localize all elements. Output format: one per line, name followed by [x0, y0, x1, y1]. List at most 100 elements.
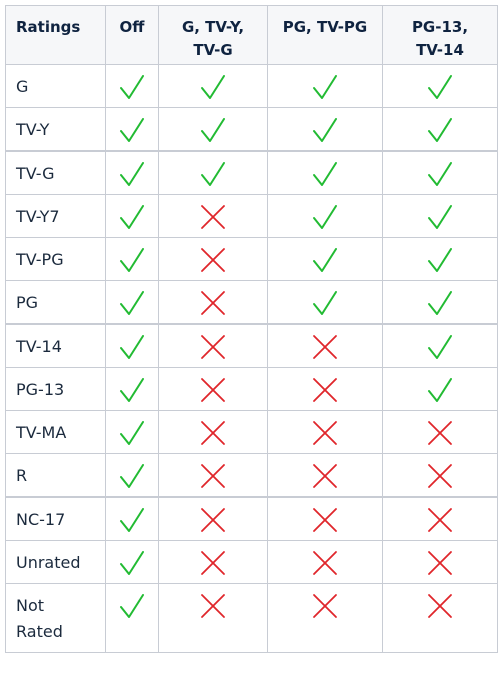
checkmark-icon: [426, 333, 454, 361]
cross-icon: [426, 462, 454, 490]
checkmark-icon: [426, 116, 454, 144]
cell-pg-tvpg: [267, 583, 383, 653]
cell-pg-tvpg: [267, 453, 383, 498]
cell-off: [105, 150, 159, 195]
cross-icon: [426, 549, 454, 577]
table-header: Ratings Off G, TV-Y, TV-G PG, TV-PG PG-13, TV-…: [5, 5, 498, 65]
cell-off: [105, 280, 159, 325]
header-ratings: Ratings: [5, 5, 106, 65]
cell-g-tvy-tvg: [158, 496, 268, 541]
cross-icon: [199, 419, 227, 447]
header-row: Ratings Off G, TV-Y, TV-G PG, TV-PG PG-13, TV-…: [5, 5, 498, 65]
table-row: G: [5, 64, 498, 108]
cell-pg13-tv14: [382, 453, 498, 498]
cell-pg13-tv14: [382, 367, 498, 411]
rating-label: PG-13: [5, 367, 106, 411]
rating-text: NC-17: [16, 510, 66, 529]
cell-pg13-tv14: [382, 107, 498, 152]
checkmark-icon: [426, 73, 454, 101]
rating-text: TV-14: [16, 337, 62, 356]
rating-text: TV-Y: [16, 120, 50, 139]
ratings-table: Ratings Off G, TV-Y, TV-G PG, TV-PG PG-13, TV-…: [5, 5, 498, 653]
cell-g-tvy-tvg: [158, 280, 268, 325]
cross-icon: [311, 333, 339, 361]
table-row: TV-Y7: [5, 194, 498, 238]
header-g-tvy-tvg: G, TV-Y, TV-G: [158, 5, 268, 65]
checkmark-icon: [118, 506, 146, 534]
cell-pg-tvpg: [267, 367, 383, 411]
cell-pg13-tv14: [382, 64, 498, 108]
rating-label: Unrated: [5, 540, 106, 584]
cell-pg13-tv14: [382, 540, 498, 584]
cell-g-tvy-tvg: [158, 64, 268, 108]
checkmark-icon: [426, 160, 454, 188]
cell-pg13-tv14: [382, 194, 498, 238]
header-label: Off: [119, 18, 145, 36]
cell-pg-tvpg: [267, 540, 383, 584]
table-row: TV-G: [5, 150, 498, 195]
cross-icon: [199, 203, 227, 231]
cross-icon: [426, 419, 454, 447]
cross-icon: [426, 506, 454, 534]
cross-icon: [311, 419, 339, 447]
cross-icon: [311, 462, 339, 490]
header-label: TV-14: [416, 41, 464, 59]
checkmark-icon: [118, 419, 146, 447]
rating-text: G: [16, 77, 29, 96]
cell-pg13-tv14: [382, 237, 498, 281]
cell-pg13-tv14: [382, 150, 498, 195]
checkmark-icon: [118, 116, 146, 144]
cell-pg13-tv14: [382, 410, 498, 454]
checkmark-icon: [118, 592, 146, 620]
cross-icon: [199, 376, 227, 404]
rating-label: R: [5, 453, 106, 498]
checkmark-icon: [199, 160, 227, 188]
checkmark-icon: [118, 333, 146, 361]
checkmark-icon: [426, 289, 454, 317]
cell-pg13-tv14: [382, 583, 498, 653]
cell-off: [105, 583, 159, 653]
rating-label: TV-MA: [5, 410, 106, 454]
rating-text: Unrated: [16, 553, 81, 572]
rating-label: TV-G: [5, 150, 106, 195]
rating-text: TV-PG: [16, 250, 64, 269]
table-row: TV-14: [5, 323, 498, 368]
checkmark-icon: [311, 203, 339, 231]
cross-icon: [311, 549, 339, 577]
checkmark-icon: [426, 203, 454, 231]
checkmark-icon: [311, 116, 339, 144]
rating-text: TV-MA: [16, 423, 67, 442]
cell-pg-tvpg: [267, 496, 383, 541]
table-row: Not Rated: [5, 583, 498, 653]
cross-icon: [199, 333, 227, 361]
header-pg13-tv14: PG-13, TV-14: [382, 5, 498, 65]
cell-off: [105, 453, 159, 498]
checkmark-icon: [118, 73, 146, 101]
cell-off: [105, 64, 159, 108]
header-off: Off: [105, 5, 159, 65]
rating-label: PG: [5, 280, 106, 325]
checkmark-icon: [199, 116, 227, 144]
cell-pg13-tv14: [382, 496, 498, 541]
rating-label: NC-17: [5, 496, 106, 541]
cell-pg-tvpg: [267, 150, 383, 195]
table-body: G TV-Y TV-G TV-Y7 TV-PG PG TV-14 PG-13 TV-MA R NC-…: [5, 64, 498, 653]
cell-pg-tvpg: [267, 107, 383, 152]
checkmark-icon: [118, 160, 146, 188]
table-row: Unrated: [5, 540, 498, 584]
rating-label: Not Rated: [5, 583, 106, 653]
cell-pg-tvpg: [267, 237, 383, 281]
checkmark-icon: [311, 73, 339, 101]
checkmark-icon: [199, 73, 227, 101]
header-label: G, TV-Y,: [181, 18, 245, 36]
table-row: PG: [5, 280, 498, 325]
checkmark-icon: [118, 203, 146, 231]
rating-text: TV-G: [16, 164, 55, 183]
table-row: R: [5, 453, 498, 498]
rating-text: TV-Y7: [16, 207, 60, 226]
cell-pg13-tv14: [382, 323, 498, 368]
cell-pg-tvpg: [267, 64, 383, 108]
cross-icon: [426, 592, 454, 620]
cell-pg-tvpg: [267, 323, 383, 368]
cell-g-tvy-tvg: [158, 583, 268, 653]
